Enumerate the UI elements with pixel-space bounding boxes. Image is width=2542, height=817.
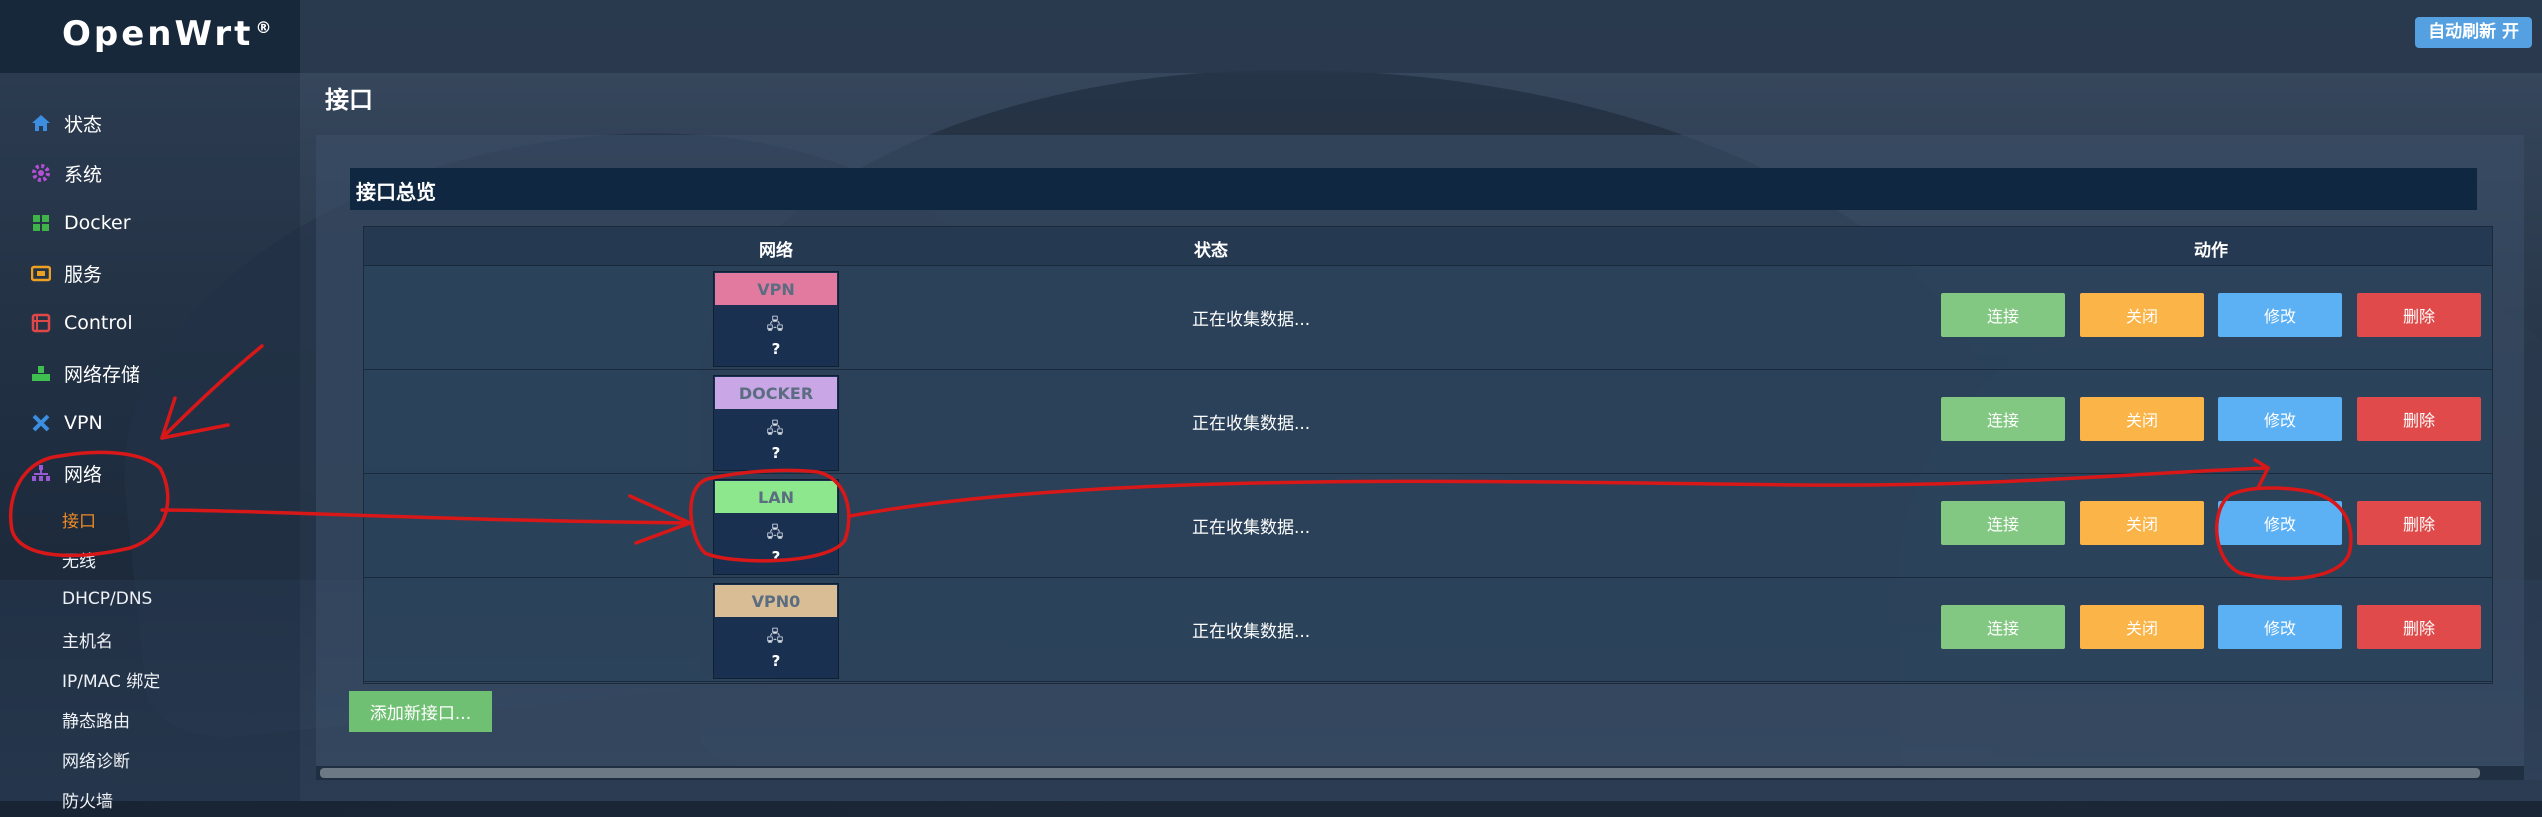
edit-button[interactable]: 修改	[2218, 501, 2342, 545]
gear-icon	[30, 162, 52, 184]
status-text: 正在收集数据...	[1192, 622, 1311, 642]
sidebar-subitem-dhcp-dns[interactable]: DHCP/DNS	[62, 581, 152, 617]
device-label: ?	[771, 652, 781, 670]
network-name-badge: LAN	[715, 481, 837, 513]
sidebar-subitem-interfaces[interactable]: 接口	[62, 501, 96, 537]
stop-button[interactable]: 关闭	[2080, 605, 2204, 649]
edit-button[interactable]: 修改	[2218, 293, 2342, 337]
services-icon	[30, 262, 52, 284]
header-actions: 动作	[2194, 241, 2228, 261]
table-header: 网络 状态 动作	[364, 227, 2492, 266]
sidebar-item-control[interactable]: Control	[30, 303, 133, 343]
delete-button[interactable]: 删除	[2357, 397, 2481, 441]
sidebar-item-vpn[interactable]: VPN	[30, 403, 103, 443]
ethernet-icon: 🖧	[766, 419, 784, 437]
header-status: 状态	[1194, 241, 1228, 261]
auto-refresh-toggle[interactable]: 自动刷新 开	[2415, 17, 2532, 48]
ethernet-icon: 🖧	[766, 315, 784, 333]
interfaces-table: 网络 状态 动作 VPN 🖧 ? 正在收集数据... 连接 关闭 修改 删除 D…	[363, 226, 2493, 684]
grid-icon	[30, 212, 52, 234]
sidebar-item-docker[interactable]: Docker	[30, 203, 131, 243]
connect-button[interactable]: 连接	[1941, 501, 2065, 545]
header-network: 网络	[759, 241, 793, 261]
delete-button[interactable]: 删除	[2357, 293, 2481, 337]
stop-button[interactable]: 关闭	[2080, 293, 2204, 337]
ethernet-icon: 🖧	[766, 627, 784, 645]
sidebar-item-network[interactable]: 网络	[30, 453, 102, 493]
section-title: 接口总览	[356, 180, 436, 204]
add-interface-button[interactable]: 添加新接口...	[349, 691, 492, 732]
section-header: 接口总览	[350, 168, 2477, 210]
sidebar-subitem-diagnostics[interactable]: 网络诊断	[62, 741, 130, 777]
sidebar: 状态 系统 Docker 服务 Control 网络存储 VPN 网络 接口 无…	[0, 73, 300, 812]
edit-button[interactable]: 修改	[2218, 397, 2342, 441]
control-icon	[30, 312, 52, 334]
delete-button[interactable]: 删除	[2357, 605, 2481, 649]
sidebar-subitem-wireless[interactable]: 无线	[62, 541, 96, 577]
device-label: ?	[771, 340, 781, 358]
network-badge-box: LAN 🖧 ?	[713, 479, 839, 575]
network-badge-box: VPN 🖧 ?	[713, 271, 839, 367]
connect-button[interactable]: 连接	[1941, 293, 2065, 337]
brand[interactable]: OpenWrt ®	[0, 0, 300, 73]
table-row: VPN 🖧 ? 正在收集数据... 连接 关闭 修改 删除	[364, 266, 2492, 370]
vpn-icon	[30, 412, 52, 434]
storage-icon	[30, 362, 52, 384]
edit-button[interactable]: 修改	[2218, 605, 2342, 649]
sidebar-subitem-ip-mac-binding[interactable]: IP/MAC 绑定	[62, 661, 160, 697]
delete-button[interactable]: 删除	[2357, 501, 2481, 545]
page-title: 接口	[325, 86, 373, 114]
device-label: ?	[771, 444, 781, 462]
stop-button[interactable]: 关闭	[2080, 501, 2204, 545]
table-row: VPN0 🖧 ? 正在收集数据... 连接 关闭 修改 删除	[364, 578, 2492, 682]
sidebar-item-system[interactable]: 系统	[30, 153, 102, 193]
network-icon	[30, 462, 52, 484]
ethernet-icon: 🖧	[766, 523, 784, 541]
status-text: 正在收集数据...	[1192, 518, 1311, 538]
connect-button[interactable]: 连接	[1941, 605, 2065, 649]
top-bar: OpenWrt ® 自动刷新 开	[0, 0, 2542, 73]
horizontal-scrollbar[interactable]	[320, 768, 2480, 778]
table-row: DOCKER 🖧 ? 正在收集数据... 连接 关闭 修改 删除	[364, 370, 2492, 474]
sidebar-item-status[interactable]: 状态	[30, 103, 102, 143]
stop-button[interactable]: 关闭	[2080, 397, 2204, 441]
sidebar-subitem-firewall[interactable]: 防火墙	[62, 781, 113, 817]
network-name-badge: VPN	[715, 273, 837, 305]
brand-logo[interactable]: OpenWrt ®	[62, 14, 274, 54]
sidebar-item-services[interactable]: 服务	[30, 253, 102, 293]
device-label: ?	[771, 548, 781, 566]
network-name-badge: VPN0	[715, 585, 837, 617]
table-row: LAN 🖧 ? 正在收集数据... 连接 关闭 修改 删除	[364, 474, 2492, 578]
sidebar-subitem-hostnames[interactable]: 主机名	[62, 621, 113, 657]
sidebar-item-storage[interactable]: 网络存储	[30, 353, 140, 393]
network-badge-box: DOCKER 🖧 ?	[713, 375, 839, 471]
status-text: 正在收集数据...	[1192, 414, 1311, 434]
connect-button[interactable]: 连接	[1941, 397, 2065, 441]
sidebar-subitem-static-routes[interactable]: 静态路由	[62, 701, 130, 737]
status-text: 正在收集数据...	[1192, 310, 1311, 330]
home-icon	[30, 112, 52, 134]
network-badge-box: VPN0 🖧 ?	[713, 583, 839, 679]
network-name-badge: DOCKER	[715, 377, 837, 409]
